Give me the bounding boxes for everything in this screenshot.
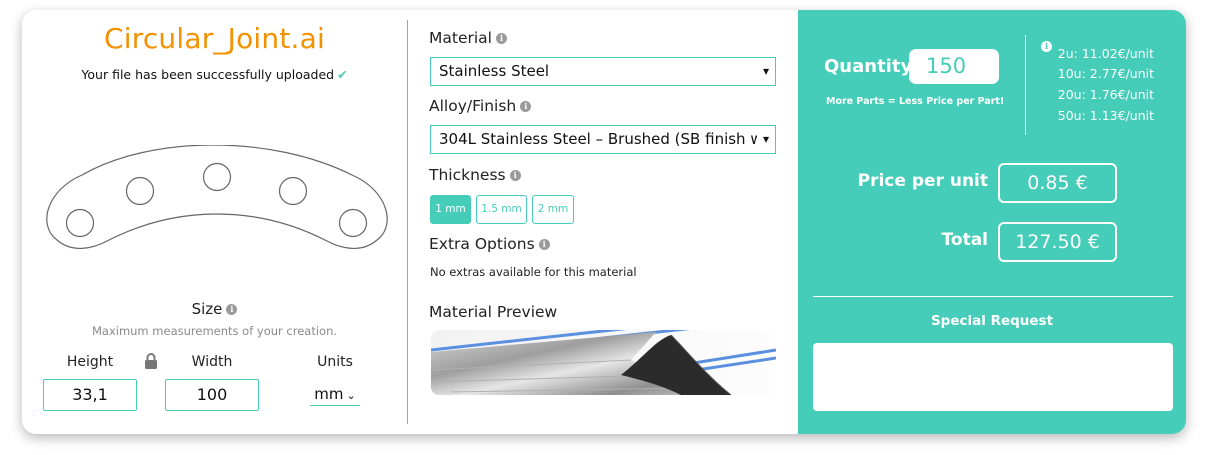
extras-message: No extras available for this material	[430, 265, 637, 279]
quantity-hint: More Parts = Less Price per Part!	[826, 96, 1005, 107]
height-label: Height	[66, 354, 114, 370]
upload-status: Your file has been successfully uploaded…	[22, 67, 407, 82]
price-tier: 2u: 11.02€/unit	[1057, 46, 1154, 61]
size-hint: Maximum measurements of your creation.	[91, 324, 338, 338]
checkmark-icon: ✔	[337, 67, 348, 82]
height-input[interactable]: 33,1	[43, 379, 137, 411]
total-label: Total	[941, 230, 988, 250]
extras-label: Extra Options i	[429, 235, 550, 253]
panel-divider	[813, 296, 1173, 297]
size-label: Size i	[22, 300, 407, 318]
info-icon[interactable]: i	[509, 170, 521, 181]
chevron-down-icon: ⌄	[346, 389, 356, 402]
thickness-option-1-5mm[interactable]: 1.5 mm	[476, 195, 527, 224]
special-request-input[interactable]	[813, 343, 1173, 411]
special-request-label: Special Request	[930, 313, 1054, 329]
hole-3	[202, 162, 232, 192]
material-preview-image	[431, 330, 776, 395]
configurator-card: Circular_Joint.ai Your file has been suc…	[22, 10, 1186, 434]
material-label: Material i	[429, 29, 507, 47]
hole-1	[65, 208, 95, 238]
units-select[interactable]: mm ⌄	[310, 384, 360, 406]
thickness-option-1mm[interactable]: 1 mm	[430, 195, 471, 224]
quantity-input[interactable]: 150	[909, 49, 999, 84]
material-preview-label: Material Preview	[429, 303, 558, 321]
hole-2	[125, 176, 155, 206]
pricing-panel: Quantity 150 More Parts = Less Price per…	[798, 10, 1186, 434]
thickness-label: Thickness i	[429, 166, 521, 184]
quantity-divider	[1025, 35, 1026, 135]
file-panel: Circular_Joint.ai Your file has been suc…	[22, 10, 407, 434]
column-divider	[407, 20, 408, 424]
chevron-down-icon: ▾	[762, 132, 769, 146]
price-per-unit-value: 0.85 €	[998, 163, 1117, 203]
info-icon[interactable]: i	[495, 33, 507, 44]
chevron-down-icon: ▾	[762, 64, 769, 78]
hole-5	[338, 208, 368, 238]
alloy-label: Alloy/Finish i	[429, 97, 532, 115]
part-outline	[46, 145, 388, 249]
total-value: 127.50 €	[998, 222, 1117, 262]
info-icon[interactable]: i	[538, 239, 550, 250]
info-icon[interactable]: i	[1041, 41, 1052, 52]
units-label: Units	[317, 354, 353, 370]
lock-icon[interactable]	[144, 353, 158, 370]
info-icon[interactable]: i	[520, 101, 532, 112]
price-tier: 10u: 2.77€/unit	[1057, 66, 1154, 81]
price-tier: 20u: 1.76€/unit	[1057, 87, 1154, 102]
info-icon[interactable]: i	[226, 304, 238, 315]
width-label: Width	[191, 354, 233, 370]
material-select[interactable]: Stainless Steel ▾	[430, 57, 776, 86]
price-per-unit-label: Price per unit	[857, 171, 988, 191]
upload-message: Your file has been successfully uploaded	[81, 67, 335, 82]
file-name: Circular_Joint.ai	[104, 22, 325, 55]
alloy-select[interactable]: 304L Stainless Steel – Brushed (SB finis…	[430, 125, 776, 154]
price-tier: 50u: 1.13€/unit	[1057, 108, 1154, 123]
thickness-option-2mm[interactable]: 2 mm	[532, 195, 574, 224]
hole-4	[278, 176, 308, 206]
quantity-label: Quantity	[824, 56, 913, 77]
part-preview	[46, 145, 388, 249]
width-input[interactable]: 100	[165, 379, 259, 411]
